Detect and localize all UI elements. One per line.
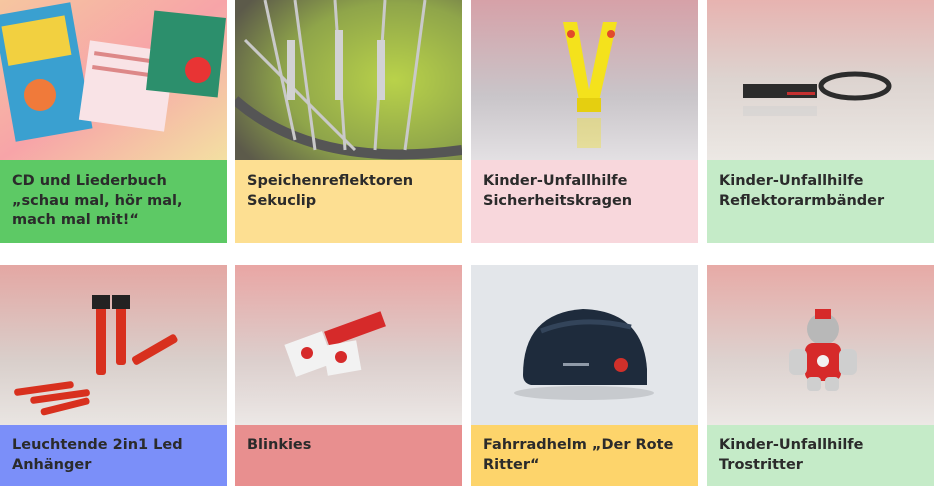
product-card-blinkies[interactable]: Blinkies bbox=[235, 265, 462, 486]
product-title-reflektorarmbaender: Kinder-Unfallhilfe Reflektorarmbänder bbox=[707, 160, 934, 243]
product-card-sicherheitskragen[interactable]: Kinder-Unfallhilfe Sicherheitskragen bbox=[471, 0, 698, 243]
product-title-fahrradhelm: Fahrradhelm „Der Rote Ritter“ bbox=[471, 425, 698, 486]
led-pendants-image bbox=[0, 265, 227, 425]
product-card-trostritter[interactable]: Kinder-Unfallhilfe Trostritter bbox=[707, 265, 934, 486]
knight-plush-image bbox=[707, 265, 934, 425]
product-title-trostritter: Kinder-Unfallhilfe Trostritter bbox=[707, 425, 934, 486]
product-card-fahrradhelm[interactable]: Fahrradhelm „Der Rote Ritter“ bbox=[471, 265, 698, 486]
product-grid: CD und Liederbuch „schau mal, hör mal, m… bbox=[0, 0, 934, 486]
product-title-sicherheitskragen: Kinder-Unfallhilfe Sicherheitskragen bbox=[471, 160, 698, 243]
product-title-led-anhaenger: Leuchtende 2in1 Led Anhänger bbox=[0, 425, 227, 486]
blinkies-image bbox=[235, 265, 462, 425]
product-card-led-anhaenger[interactable]: Leuchtende 2in1 Led Anhänger bbox=[0, 265, 227, 486]
safety-collar-image bbox=[471, 0, 698, 160]
reflector-bands-image bbox=[707, 0, 934, 160]
cd-booklet-image bbox=[0, 0, 227, 160]
product-title-speichenreflektoren: Speichenreflektoren Sekuclip bbox=[235, 160, 462, 243]
spoke-reflectors-image bbox=[235, 0, 462, 160]
product-card-cd-liederbuch[interactable]: CD und Liederbuch „schau mal, hör mal, m… bbox=[0, 0, 227, 243]
product-card-reflektorarmbaender[interactable]: Kinder-Unfallhilfe Reflektorarmbänder bbox=[707, 0, 934, 243]
product-card-speichenreflektoren[interactable]: Speichenreflektoren Sekuclip bbox=[235, 0, 462, 243]
product-title-blinkies: Blinkies bbox=[235, 425, 462, 486]
product-title-cd-liederbuch: CD und Liederbuch „schau mal, hör mal, m… bbox=[0, 160, 227, 243]
bike-helmet-image bbox=[471, 265, 698, 425]
